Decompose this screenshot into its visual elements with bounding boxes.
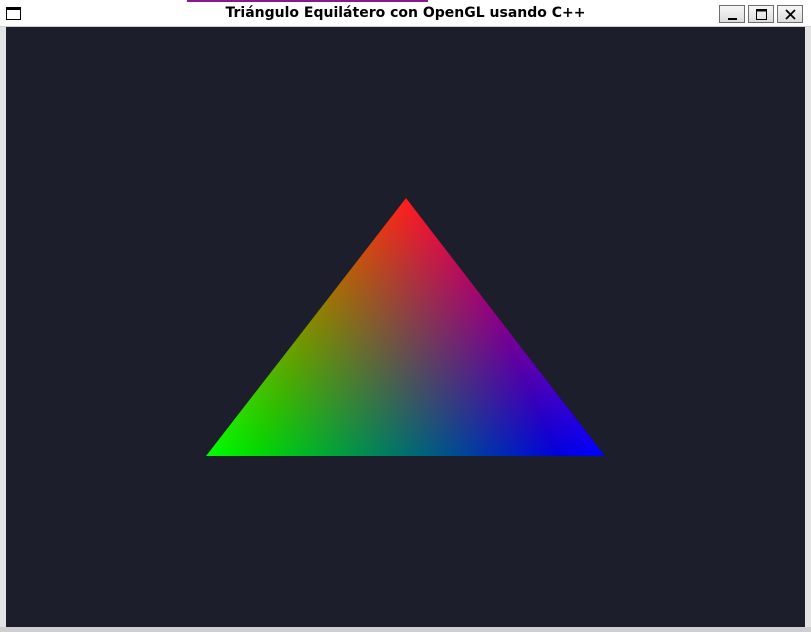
title-bar[interactable]: Triángulo Equilátero con OpenGL usando C… [0,0,811,27]
window-menu-icon[interactable] [6,7,21,20]
maximize-button[interactable] [748,5,774,23]
close-button[interactable] [777,5,803,23]
window-bottom-border [0,627,811,632]
minimize-icon [728,18,737,20]
title-focus-indicator [187,0,428,2]
triangle-blue-channel [206,198,605,456]
minimize-button[interactable] [719,5,745,23]
close-icon [785,9,796,20]
opengl-viewport [6,27,805,627]
window-title: Triángulo Equilátero con OpenGL usando C… [225,5,586,21]
app-window: Triángulo Equilátero con OpenGL usando C… [0,0,811,632]
triangle-render [206,198,605,456]
maximize-icon [756,9,767,20]
